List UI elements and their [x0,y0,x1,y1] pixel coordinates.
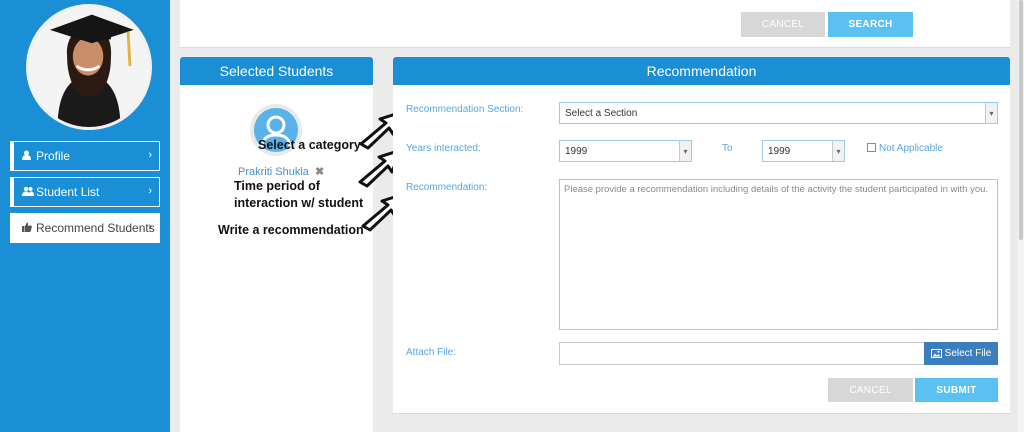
avatar [26,4,152,130]
student-name: Prakriti Shukla [238,166,309,178]
chevron-down-icon: ▾ [832,141,844,161]
attach-file-label: Attach File: [406,347,457,358]
sidebar: Profile › Student List › Recommend Stude… [0,0,170,432]
chevron-down-icon: ▾ [985,103,997,123]
year-from-select[interactable]: 1999 ▾ [559,140,692,162]
scrollbar-thumb[interactable] [1019,0,1023,240]
recommendation-text-label: Recommendation: [406,182,488,193]
nav-recommend-students-label: Recommend Students [36,221,155,235]
recommendation-section-select[interactable]: Select a Section ▾ [559,102,998,124]
chevron-down-icon: ▾ [679,141,691,161]
nav-profile-label: Profile [36,149,71,163]
submit-button[interactable]: SUBMIT [915,378,998,402]
chevron-right-icon: › [148,221,152,233]
thumbs-up-icon [22,222,36,235]
selected-students-header: Selected Students [180,57,373,85]
year-to-value: 1999 [768,145,791,157]
chevron-right-icon: › [148,185,152,197]
select-file-button[interactable]: Select File [924,342,998,365]
not-applicable-checkbox[interactable] [867,143,876,152]
annotation-time-period-line1: Time period of [234,179,320,193]
select-file-label: Select File [944,348,992,359]
user-icon [22,150,36,163]
recommendation-header: Recommendation [393,57,1010,85]
recommendation-section-label: Recommendation Section: [406,104,524,115]
search-card: CANCEL SEARCH [180,0,1010,48]
years-interacted-label: Years interacted: [406,143,481,154]
recommendation-cancel-button[interactable]: CANCEL [828,378,913,402]
to-label: To [722,143,733,154]
not-applicable-label[interactable]: Not Applicable [879,143,943,154]
nav-student-list-label: Student List [36,185,100,199]
attach-file-input[interactable] [559,342,925,365]
recommendation-textarea[interactable]: Please provide a recommendation includin… [559,179,998,330]
recommendation-section-value: Select a Section [565,107,638,119]
users-icon [22,186,36,199]
year-to-select[interactable]: 1999 ▾ [762,140,845,162]
remove-student-icon[interactable]: ✖ [315,166,324,178]
image-icon [930,349,942,358]
chevron-right-icon: › [148,149,152,161]
nav-student-list[interactable]: Student List › [10,177,160,207]
annotation-write: Write a recommendation [218,223,364,237]
annotation-time-period-line2: interaction w/ student [234,196,364,210]
recommendation-placeholder: Please provide a recommendation includin… [564,184,989,195]
annotation-category: Select a category [258,138,361,152]
graduate-photo [29,7,149,127]
nav-profile[interactable]: Profile › [10,141,160,171]
selected-student[interactable]: Prakriti Shukla ✖ [238,165,324,178]
nav-recommend-students[interactable]: Recommend Students › [10,213,160,243]
page-scrollbar[interactable] [1018,0,1024,432]
search-cancel-button[interactable]: CANCEL [741,12,825,37]
year-from-value: 1999 [565,145,588,157]
search-button[interactable]: SEARCH [828,12,913,37]
